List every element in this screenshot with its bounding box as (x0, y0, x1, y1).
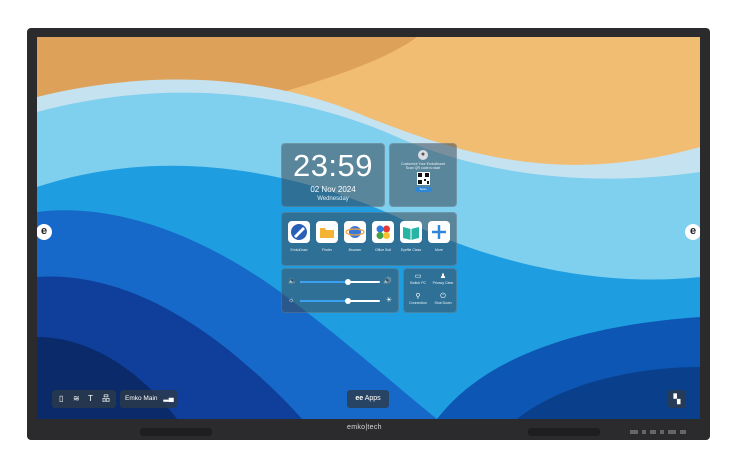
screen: 23:59 02 Nov 2024 Wednesday ● Customize … (37, 37, 700, 419)
mouse-icon: ▯ (59, 394, 64, 403)
book-icon (400, 221, 422, 243)
emko-logo-icon: ee (355, 395, 364, 402)
plus-icon (428, 221, 450, 243)
pen-drawing-icon (288, 221, 310, 243)
app-eyefile-class[interactable]: Eyefile Class (399, 221, 423, 252)
left-speaker (140, 428, 212, 436)
quick-actions-widget: ▭ Switch PC ♟ Privacy Clear ⚲ Connection… (403, 268, 457, 313)
privacy-clear-button[interactable]: ♟ Privacy Clear (432, 273, 454, 285)
monitor-icon: ▭ (414, 273, 422, 280)
sliders-widget: 🔈 🔊 ☼ ☀ (281, 268, 399, 313)
apps-button-label: Apps (364, 395, 381, 402)
brightness-slider[interactable]: ☼ ☀ (288, 296, 392, 306)
customize-widget[interactable]: ● Customize Your EmkoBoard Scan QR code … (389, 143, 457, 207)
app-more[interactable]: More (427, 221, 451, 252)
emko-logo-icon: e (689, 225, 697, 237)
speaker-icon: 🔈 (288, 278, 297, 285)
broom-icon: ♟ (439, 273, 447, 280)
speaker-loud-icon: 🔊 (383, 278, 392, 285)
app-emkodraw[interactable]: EmkoDraw (287, 221, 311, 252)
qr-code-icon (416, 172, 430, 185)
power-icon: ⏻ (440, 293, 446, 300)
office-suite-icon (372, 221, 394, 243)
status-bar[interactable]: ▯ ≋ T 品 (52, 390, 116, 408)
switch-pc-button[interactable]: ▭ Switch PC (407, 273, 429, 285)
emko-logo-icon: e (40, 225, 48, 237)
right-side-menu-button[interactable]: e (685, 224, 700, 240)
antenna-icon: T (88, 394, 93, 403)
app-browser[interactable]: Browser (343, 221, 367, 252)
signal-icon: ▂▄ (163, 395, 174, 402)
clock-date: 02 Nov 2024 (310, 185, 356, 194)
clock-widget: 23:59 02 Nov 2024 Wednesday (281, 143, 385, 207)
app-finder[interactable]: Finder (315, 221, 339, 252)
network-status[interactable]: Emko Main ▂▄ (120, 390, 177, 408)
apps-button[interactable]: ee Apps (347, 390, 389, 408)
customize-subtitle: Scan QR code to start (405, 166, 441, 170)
grid-layout-icon: ▚ (673, 394, 681, 404)
layout-button[interactable]: ▚ (668, 390, 686, 408)
brightness-slider-handle[interactable] (345, 298, 351, 304)
wifi-icon: ≋ (73, 394, 80, 403)
lan-icon: 品 (102, 394, 110, 403)
apps-widget: EmkoDraw Finder Browser Office Suit Eyef… (281, 212, 457, 266)
sun-icon: ☀ (385, 297, 392, 304)
network-name: Emko Main (125, 395, 158, 402)
front-ports (628, 430, 698, 436)
clock-day: Wednesday (317, 196, 349, 202)
planet-browser-icon (344, 221, 366, 243)
sun-dim-icon: ☼ (288, 297, 295, 304)
avatar-icon: ● (418, 150, 428, 160)
shut-down-button[interactable]: ⏻ Shut Down (432, 293, 454, 305)
right-speaker (528, 428, 600, 436)
app-office-suit[interactable]: Office Suit (371, 221, 395, 252)
volume-slider-handle[interactable] (345, 279, 351, 285)
folder-icon (316, 221, 338, 243)
usb-icon: ⚲ (415, 293, 421, 300)
connection-button[interactable]: ⚲ Connection (407, 293, 429, 305)
volume-slider[interactable]: 🔈 🔊 (288, 277, 392, 287)
scan-button[interactable]: Scan (414, 187, 432, 192)
clock-time: 23:59 (292, 148, 374, 183)
brand-logo: emko|tech (347, 424, 382, 431)
